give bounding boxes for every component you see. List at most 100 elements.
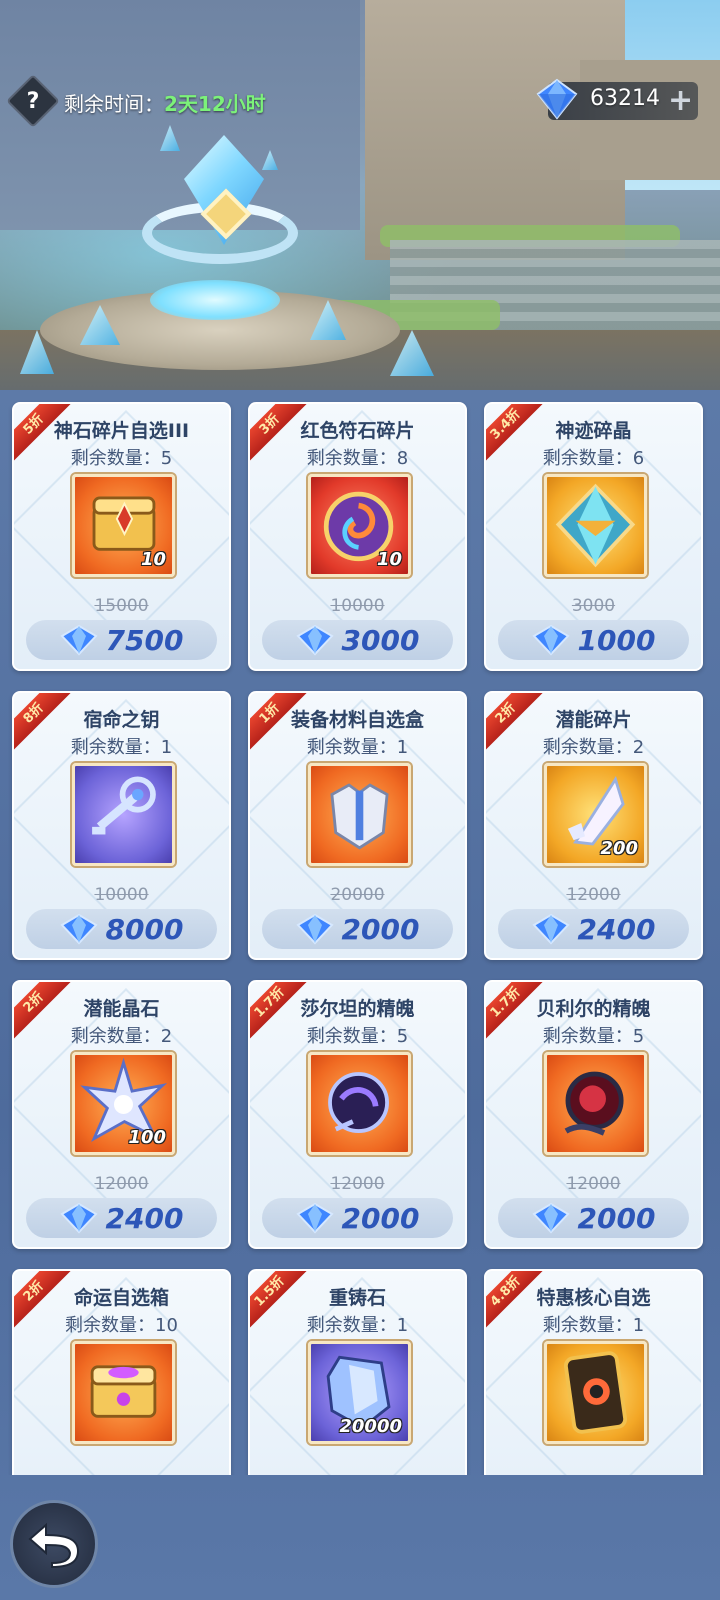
price-value: 2000: [341, 912, 420, 946]
buy-button[interactable]: 2400: [26, 1198, 217, 1238]
buy-button[interactable]: 2000: [498, 1198, 689, 1238]
item-quantity: 10: [140, 549, 166, 570]
stock-value: 1: [396, 737, 409, 758]
price-value: 2400: [105, 1201, 184, 1235]
item-icon-frame[interactable]: 200: [544, 763, 647, 866]
shop-item-card[interactable]: 2折 命运自选箱 剩余数量：10: [12, 1269, 231, 1475]
item-stock: 剩余数量：10: [14, 1311, 229, 1337]
shop-item-card[interactable]: 2折 潜能晶石 剩余数量：2 100 12000 2400: [12, 980, 231, 1249]
remaining-time: 剩余时间：2天12小时: [64, 88, 266, 117]
item-icon-frame[interactable]: 100: [72, 1052, 175, 1155]
diamond-icon: [295, 1202, 334, 1234]
item-stock: 剩余数量：1: [486, 1311, 701, 1337]
original-price: 15000: [94, 596, 149, 616]
stock-value: 8: [396, 448, 409, 469]
item-icon-frame[interactable]: 10: [308, 474, 411, 577]
diamond-icon: [531, 1202, 570, 1234]
shop-scroll-area[interactable]: 5折 神石碎片自选III 剩余数量：5 10 15000 7500 3折 红色符石碎片 剩余数量…: [0, 390, 720, 1475]
stock-label: 剩余数量：: [542, 448, 633, 469]
shop-item-card[interactable]: 2折 潜能碎片 剩余数量：2 200 12000 2400: [484, 691, 703, 960]
shop-grid: 5折 神石碎片自选III 剩余数量：5 10 15000 7500 3折 红色符石碎片 剩余数量…: [12, 402, 708, 1475]
price-value: 2000: [341, 1201, 420, 1235]
original-price: 12000: [566, 885, 621, 905]
shop-item-card[interactable]: 3.4折 神迹碎晶 剩余数量：6 3000 1000: [484, 402, 703, 671]
original-price: 12000: [566, 1174, 621, 1194]
buy-button[interactable]: 3000: [262, 620, 453, 660]
item-icon-frame[interactable]: [544, 474, 647, 577]
price-value: 1000: [577, 623, 656, 657]
buy-button[interactable]: 8000: [26, 909, 217, 949]
stock-label: 剩余数量：: [542, 1315, 633, 1336]
diamond-icon: [59, 913, 98, 945]
diamond-icon: [531, 624, 570, 656]
back-button[interactable]: [10, 1500, 98, 1588]
shop-item-card[interactable]: 1.5折 重铸石 剩余数量：1 20000: [248, 1269, 467, 1475]
stock-label: 剩余数量：: [542, 1026, 633, 1047]
original-price: 10000: [330, 596, 385, 616]
original-price: 12000: [94, 1174, 149, 1194]
shop-item-card[interactable]: 1.7折 贝利尔的精魄 剩余数量：5 12000 2000: [484, 980, 703, 1249]
stock-value: 2: [632, 737, 645, 758]
shop-item-card[interactable]: 4.8折 特惠核心自选 剩余数量：1: [484, 1269, 703, 1475]
buy-button[interactable]: 1000: [498, 620, 689, 660]
diamond-icon: [531, 913, 570, 945]
item-stock: 剩余数量：5: [486, 1022, 701, 1048]
question-icon[interactable]: ?: [14, 82, 52, 120]
remaining-time-value: 2天12小时: [164, 92, 266, 116]
remaining-time-label: 剩余时间：: [64, 92, 164, 116]
item-stock: 剩余数量：1: [14, 733, 229, 759]
crystal-prism-icon: [555, 483, 636, 568]
original-price: 20000: [330, 885, 385, 905]
stock-label: 剩余数量：: [306, 1315, 397, 1336]
shop-item-card[interactable]: 1.7折 莎尔坦的精魄 剩余数量：5 12000 2000: [248, 980, 467, 1249]
price-value: 2400: [577, 912, 656, 946]
item-stock: 剩余数量：2: [14, 1022, 229, 1048]
pedestal-glow: [150, 280, 280, 320]
plus-icon[interactable]: +: [668, 86, 693, 116]
diamond-icon: [536, 78, 578, 120]
banner-scene: [0, 0, 720, 410]
original-price: 3000: [571, 596, 616, 616]
item-icon-frame[interactable]: [544, 1341, 647, 1444]
item-quantity: 200: [600, 838, 638, 859]
stock-label: 剩余数量：: [542, 737, 633, 758]
item-icon-frame[interactable]: [308, 1052, 411, 1155]
price-value: 3000: [341, 623, 420, 657]
price-value: 2000: [577, 1201, 656, 1235]
original-price: 12000: [330, 1174, 385, 1194]
item-icon-frame[interactable]: 20000: [308, 1341, 411, 1444]
core-card-icon: [563, 1351, 628, 1434]
item-stock: 剩余数量：1: [250, 733, 465, 759]
stone-wall-right: [580, 60, 720, 180]
buy-button[interactable]: 2400: [498, 909, 689, 949]
back-arrow-icon: [28, 1522, 80, 1569]
stock-label: 剩余数量：: [306, 737, 397, 758]
buy-button[interactable]: 2000: [262, 909, 453, 949]
shop-item-card[interactable]: 8折 宿命之钥 剩余数量：1 10000 8000: [12, 691, 231, 960]
buy-button[interactable]: 7500: [26, 620, 217, 660]
stock-value: 1: [396, 1315, 409, 1336]
stock-label: 剩余数量：: [70, 737, 161, 758]
price-value: 8000: [105, 912, 184, 946]
item-stock: 剩余数量：2: [486, 733, 701, 759]
shop-item-card[interactable]: 1折 装备材料自选盒 剩余数量：1 20000 2000: [248, 691, 467, 960]
stock-value: 6: [632, 448, 645, 469]
shop-item-card[interactable]: 3折 红色符石碎片 剩余数量：8 10 10000 3000: [248, 402, 467, 671]
stock-value: 5: [396, 1026, 409, 1047]
item-icon-frame[interactable]: [308, 763, 411, 866]
stock-value: 1: [632, 1315, 645, 1336]
stock-label: 剩余数量：: [306, 448, 397, 469]
item-quantity: 20000: [339, 1416, 402, 1437]
diamond-icon: [295, 913, 334, 945]
diamond-icon: [59, 624, 98, 656]
item-icon-frame[interactable]: 10: [72, 474, 175, 577]
shop-item-card[interactable]: 5折 神石碎片自选III 剩余数量：5 10 15000 7500: [12, 402, 231, 671]
item-icon-frame[interactable]: [544, 1052, 647, 1155]
item-icon-frame[interactable]: [72, 1341, 175, 1444]
stock-value: 2: [160, 1026, 173, 1047]
fate-key-icon: [92, 776, 156, 835]
item-icon-frame[interactable]: [72, 763, 175, 866]
buy-button[interactable]: 2000: [262, 1198, 453, 1238]
item-quantity: 10: [376, 549, 402, 570]
stock-label: 剩余数量：: [65, 1315, 156, 1336]
